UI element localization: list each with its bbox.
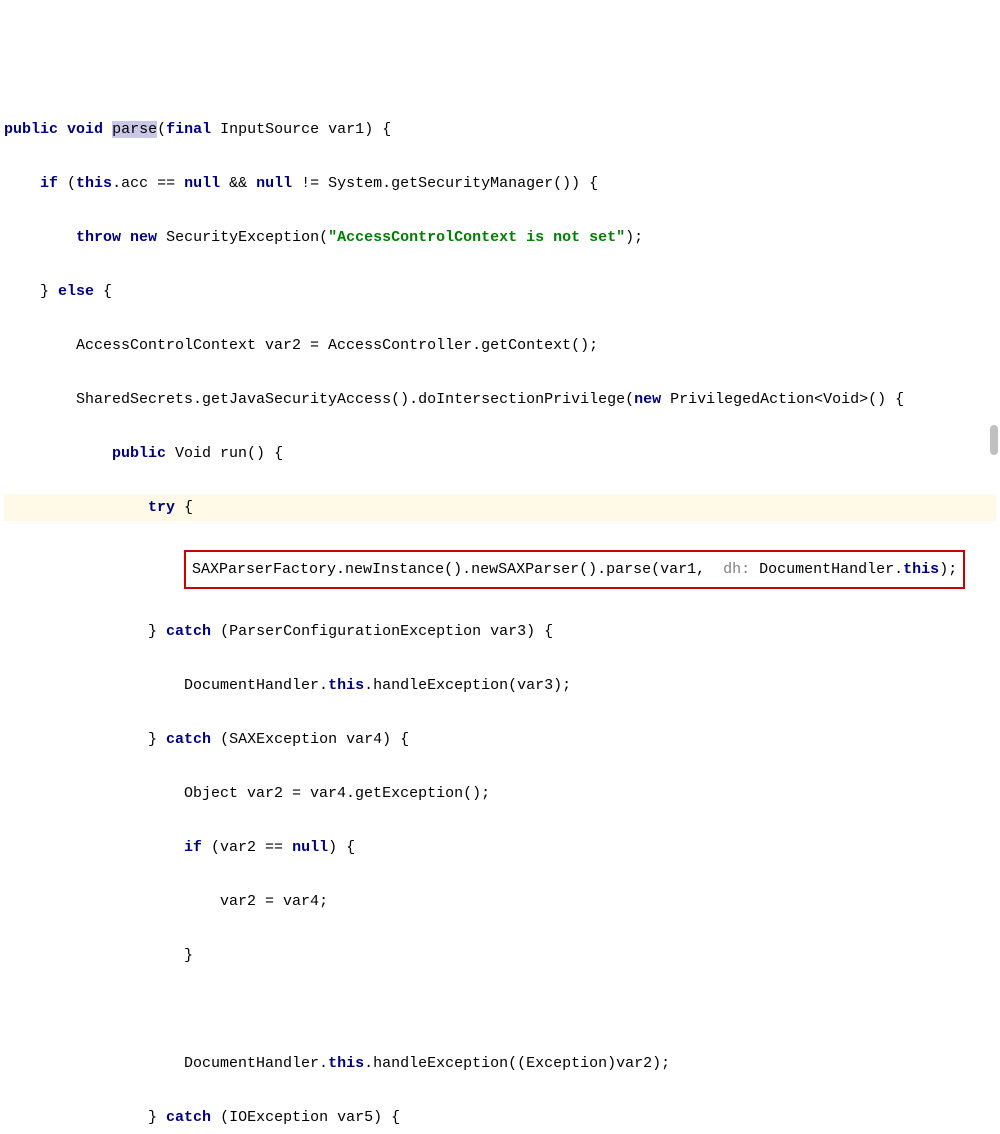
code-line-2: if (this.acc == null && null != System.g…: [4, 170, 996, 197]
code-line-10: } catch (ParserConfigurationException va…: [4, 618, 996, 645]
code-line-5: AccessControlContext var2 = AccessContro…: [4, 332, 996, 359]
code-line-17-blank: [4, 996, 996, 1023]
code-line-13: Object var2 = var4.getException();: [4, 780, 996, 807]
parameter-hint: dh:: [723, 561, 750, 578]
code-line-16: }: [4, 942, 996, 969]
code-line-14: if (var2 == null) {: [4, 834, 996, 861]
scrollbar-thumb[interactable]: [990, 425, 998, 455]
code-line-1: public void parse(final InputSource var1…: [4, 116, 996, 143]
code-line-12: } catch (SAXException var4) {: [4, 726, 996, 753]
code-line-15: var2 = var4;: [4, 888, 996, 915]
code-line-6: SharedSecrets.getJavaSecurityAccess().do…: [4, 386, 996, 413]
code-line-8: try {: [4, 494, 996, 521]
code-line-19: } catch (IOException var5) {: [4, 1104, 996, 1131]
code-line-11: DocumentHandler.this.handleException(var…: [4, 672, 996, 699]
red-highlight-box: SAXParserFactory.newInstance().newSAXPar…: [184, 550, 965, 589]
code-line-7: public Void run() {: [4, 440, 996, 467]
method-name-highlight: parse: [112, 121, 157, 138]
code-line-18: DocumentHandler.this.handleException((Ex…: [4, 1050, 996, 1077]
scrollbar-track[interactable]: [988, 0, 998, 567]
code-line-9-highlighted: SAXParserFactory.newInstance().newSAXPar…: [4, 548, 996, 591]
code-editor[interactable]: public void parse(final InputSource var1…: [4, 116, 996, 1134]
code-line-4: } else {: [4, 278, 996, 305]
code-line-3: throw new SecurityException("AccessContr…: [4, 224, 996, 251]
